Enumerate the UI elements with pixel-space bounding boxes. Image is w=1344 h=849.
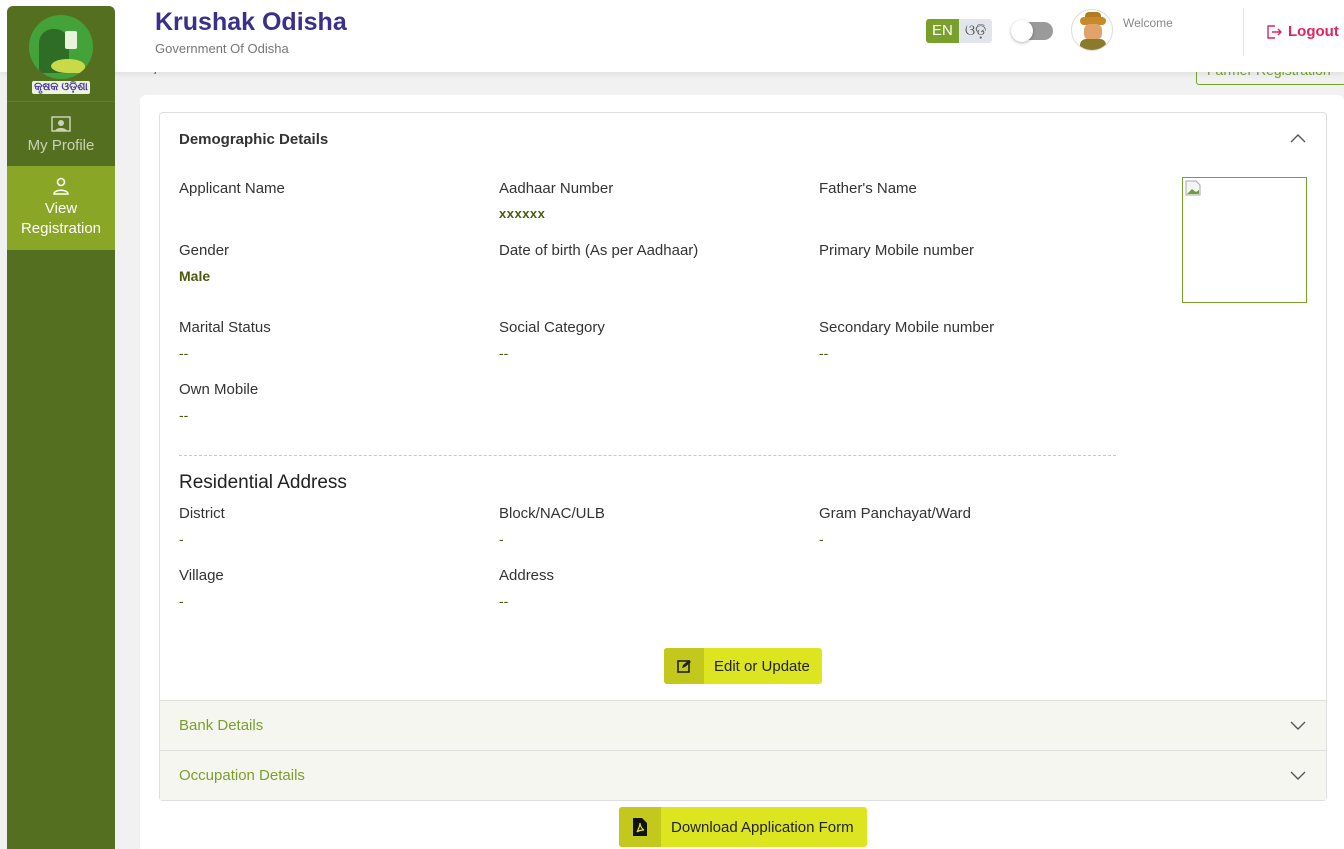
demographic-details-body: Applicant Name Aadhaar Number xxxxxx Fat… [160,165,1326,700]
chevron-down-icon[interactable] [1290,771,1306,781]
field-own-mobile: Own Mobile -- [179,381,258,423]
field-gender: Gender Male [179,242,229,284]
field-value: -- [179,407,189,423]
avatar-body [1080,39,1106,50]
user-icon [53,177,69,195]
field-address: Address -- [499,567,554,609]
logo-leaf-shape [51,59,85,73]
header-divider [1243,8,1244,56]
field-applicant-name: Applicant Name [179,180,285,206]
field-label: Marital Status [179,319,271,336]
sidebar: କୃଷକ ଓଡ଼ିଶା My Profile View Registration [7,6,115,849]
residential-address-title: Residential Address [179,472,347,493]
toggle-knob [1011,20,1033,42]
edit-or-update-button[interactable]: Edit or Update [664,648,822,684]
field-block: Block/NAC/ULB - [499,505,605,547]
field-primary-mobile: Primary Mobile number [819,242,974,268]
field-label: Primary Mobile number [819,242,975,259]
app-subtitle: Government Of Odisha [155,41,289,56]
field-label: District [179,505,225,522]
chevron-up-icon[interactable] [1290,133,1306,143]
section-divider [179,455,1116,456]
field-aadhaar-number: Aadhaar Number xxxxxx [499,180,613,221]
app-title: Krushak Odisha [155,8,347,36]
avatar-face [1084,24,1102,40]
language-switcher[interactable]: EN ଓଡ଼ି [926,19,993,43]
occupation-details-title: Occupation Details [179,767,305,784]
broken-image-icon [1185,180,1201,196]
avatar[interactable] [1071,9,1113,51]
field-district: District - [179,505,225,547]
demographic-details-header[interactable]: Demographic Details [160,113,1326,165]
sidebar-item-label: My Profile [27,136,95,154]
profile-card-icon [51,115,71,132]
theme-toggle[interactable] [1011,20,1053,42]
edit-icon-box [664,648,704,684]
logo-emblem [29,15,93,79]
field-label: Village [179,567,224,584]
occupation-details-header[interactable]: Occupation Details [160,750,1326,800]
field-label: Address [499,567,555,584]
pdf-file-icon [633,818,647,836]
field-label: Social Category [499,319,605,336]
field-value: - [179,531,184,547]
demographic-details-title: Demographic Details [179,131,329,148]
field-value: - [819,531,824,547]
logout-button[interactable]: Logout [1266,23,1339,40]
field-label: Secondary Mobile number [819,319,995,336]
field-social-category: Social Category -- [499,319,605,361]
field-secondary-mobile: Secondary Mobile number -- [819,319,994,361]
field-village: Village - [179,567,224,609]
logo-phone-shape [65,31,77,49]
pdf-icon-box [619,807,661,847]
sidebar-item-label: View Registration [20,200,102,237]
field-label: Block/NAC/ULB [499,505,605,522]
logout-label: Logout [1288,23,1339,40]
field-value: -- [179,345,189,361]
edit-icon [677,660,691,673]
field-value: Male [179,268,211,284]
field-value: -- [499,345,509,361]
download-button-label: Download Application Form [671,818,854,836]
field-date-of-birth: Date of birth (As per Aadhaar) [499,242,698,268]
field-value: xxxxxx [499,206,546,221]
field-label: Own Mobile [179,381,259,398]
logo-text: କୃଷକ ଓଡ଼ିଶା [32,81,90,94]
field-gram-panchayat: Gram Panchayat/Ward - [819,505,971,547]
field-label: Applicant Name [179,180,285,197]
field-label: Date of birth (As per Aadhaar) [499,242,699,259]
welcome-text: Welcome [1123,16,1173,30]
field-value: -- [819,345,829,361]
field-value: - [179,593,184,609]
registration-accordion: Demographic Details Applicant Name Aadha… [159,112,1327,801]
sidebar-item-view-registration[interactable]: View Registration [7,166,115,250]
field-label: Gender [179,242,230,259]
applicant-photo [1182,177,1307,303]
bank-details-title: Bank Details [179,717,264,734]
field-value: - [499,531,504,547]
field-fathers-name: Father's Name [819,180,917,206]
field-label: Father's Name [819,180,917,197]
top-header: Krushak Odisha Government Of Odisha EN ଓ… [0,0,1344,72]
app-logo[interactable]: କୃଷକ ଓଡ଼ିଶା [7,6,115,102]
language-odia-button[interactable]: ଓଡ଼ି [958,19,993,43]
field-label: Aadhaar Number [499,180,614,197]
field-marital-status: Marital Status -- [179,319,271,361]
language-en-button[interactable]: EN [926,19,959,43]
sidebar-item-my-profile[interactable]: My Profile [7,102,115,166]
download-application-form-button[interactable]: Download Application Form [619,807,867,847]
chevron-down-icon[interactable] [1290,721,1306,731]
edit-button-label: Edit or Update [714,657,810,675]
field-label: Gram Panchayat/Ward [819,505,971,522]
bank-details-header[interactable]: Bank Details [160,700,1326,750]
field-value: -- [499,593,509,609]
logout-icon [1267,24,1282,39]
